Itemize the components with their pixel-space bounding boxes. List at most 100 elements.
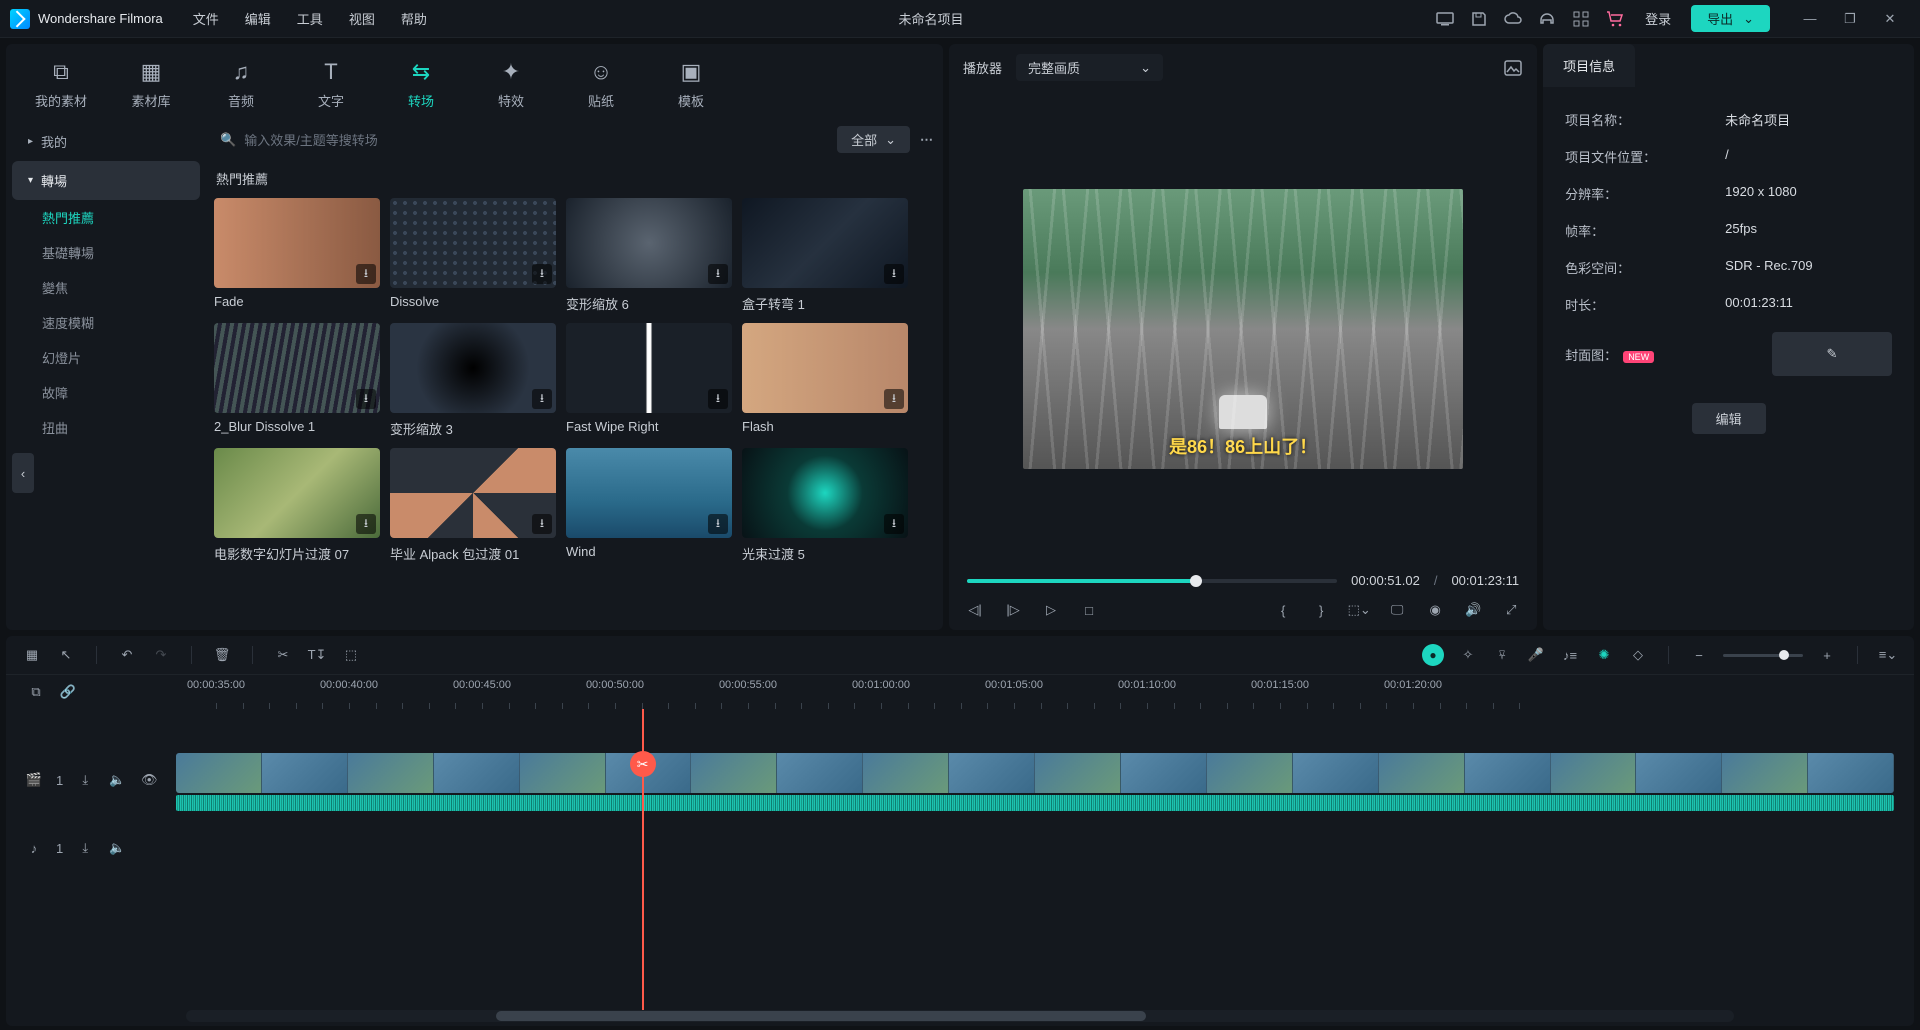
cart-icon[interactable]: [1605, 9, 1625, 29]
transition-thumb[interactable]: ⭳Dissolve: [390, 198, 556, 313]
video-preview[interactable]: 是86！86上山了！: [1023, 189, 1463, 469]
tab-sticker[interactable]: ☺贴纸: [556, 52, 646, 116]
tab-effects[interactable]: ✦特效: [466, 52, 556, 116]
video-clip[interactable]: ▶: [176, 753, 1894, 793]
transition-thumb[interactable]: ⭳电影数字幻灯片过渡 07: [214, 448, 380, 563]
layout-icon[interactable]: ▦: [22, 645, 42, 665]
download-icon[interactable]: ⭳: [708, 514, 728, 534]
download-icon[interactable]: ⭳: [356, 514, 376, 534]
cover-edit-box[interactable]: ✎: [1772, 332, 1892, 376]
filter-all-dropdown[interactable]: 全部⌄: [837, 126, 910, 153]
link-icon[interactable]: 🔗: [58, 682, 78, 702]
download-icon[interactable]: ⭳: [532, 264, 552, 284]
download-icon[interactable]: ⭳: [884, 514, 904, 534]
sidebar-item-mine[interactable]: ▸我的: [12, 122, 200, 161]
timeline-hscrollbar[interactable]: [186, 1010, 1734, 1022]
menu-tools[interactable]: 工具: [297, 9, 323, 28]
camera-icon[interactable]: ◉: [1425, 600, 1445, 620]
ratio-icon[interactable]: ⬚⌄: [1349, 600, 1369, 620]
transition-thumb[interactable]: ⭳光束过渡 5: [742, 448, 908, 563]
sidebar-sub-distort[interactable]: 扭曲: [12, 410, 200, 445]
save-icon[interactable]: [1469, 9, 1489, 29]
transition-thumb[interactable]: ⭳毕业 Alpack 包过渡 01: [390, 448, 556, 563]
menu-view[interactable]: 视图: [349, 9, 375, 28]
crop-icon[interactable]: ⬚: [341, 645, 361, 665]
transition-thumb[interactable]: ⭳盒子转弯 1: [742, 198, 908, 313]
menu-edit[interactable]: 编辑: [245, 9, 271, 28]
keyframe-icon[interactable]: ◇: [1628, 645, 1648, 665]
visibility-icon[interactable]: 👁: [139, 770, 159, 790]
marker-shield-icon[interactable]: ⍫: [1492, 645, 1512, 665]
delete-icon[interactable]: 🗑: [212, 645, 232, 665]
login-link[interactable]: 登录: [1645, 9, 1671, 28]
more-menu-icon[interactable]: ⋯: [920, 132, 935, 148]
pointer-tool-icon[interactable]: ↖: [56, 645, 76, 665]
transition-thumb[interactable]: ⭳Fast Wipe Right: [566, 323, 732, 438]
text-tool-icon[interactable]: T↧: [307, 645, 327, 665]
transition-thumb[interactable]: ⭳Flash: [742, 323, 908, 438]
device-icon[interactable]: [1435, 9, 1455, 29]
maximize-icon[interactable]: ❐: [1840, 9, 1860, 29]
ai-badge-icon[interactable]: ●: [1422, 644, 1444, 666]
next-frame-button[interactable]: |▷: [1003, 600, 1023, 620]
duplicate-icon[interactable]: ⧉: [26, 682, 46, 702]
menu-help[interactable]: 帮助: [401, 9, 427, 28]
zoom-out-icon[interactable]: −: [1689, 645, 1709, 665]
zoom-in-icon[interactable]: +: [1817, 645, 1837, 665]
audio-beat-icon[interactable]: ♪≡: [1560, 645, 1580, 665]
edit-button[interactable]: 编辑: [1692, 403, 1766, 434]
tab-transition[interactable]: ⇆转场: [376, 52, 466, 116]
download-icon[interactable]: ⭳: [884, 389, 904, 409]
transition-thumb[interactable]: ⭳变形缩放 3: [390, 323, 556, 438]
transition-thumb[interactable]: ⭳Fade: [214, 198, 380, 313]
sidebar-item-transitions[interactable]: ▾轉場: [12, 161, 200, 200]
prev-frame-button[interactable]: ◁|: [965, 600, 985, 620]
transition-thumb[interactable]: ⭳变形缩放 6: [566, 198, 732, 313]
mute-icon[interactable]: 🔈: [107, 838, 127, 858]
export-button[interactable]: 导出⌄: [1691, 5, 1770, 32]
sparkle-icon[interactable]: ✧: [1458, 645, 1478, 665]
cut-icon[interactable]: ✂: [273, 645, 293, 665]
tab-my-media[interactable]: ⧉我的素材: [16, 52, 106, 116]
display-icon[interactable]: 🖵: [1387, 600, 1407, 620]
download-icon[interactable]: ⭳: [356, 389, 376, 409]
lock-icon[interactable]: ⤓: [75, 770, 95, 790]
sidebar-sub-zoom[interactable]: 變焦: [12, 270, 200, 305]
cloud-icon[interactable]: [1503, 9, 1523, 29]
sidebar-sub-hot[interactable]: 熱門推薦: [12, 200, 200, 235]
playhead-cut-button[interactable]: ✂: [630, 751, 656, 777]
info-tab[interactable]: 项目信息: [1543, 44, 1635, 87]
tab-template[interactable]: ▣模板: [646, 52, 736, 116]
download-icon[interactable]: ⭳: [532, 514, 552, 534]
close-icon[interactable]: ✕: [1880, 9, 1900, 29]
tab-audio[interactable]: ♫音频: [196, 52, 286, 116]
quality-dropdown[interactable]: 完整画质⌄: [1016, 54, 1163, 81]
minimize-icon[interactable]: —: [1800, 9, 1820, 29]
search-input[interactable]: 🔍 输入效果/主题等搜转场: [214, 126, 827, 153]
undo-icon[interactable]: ↶: [117, 645, 137, 665]
time-ruler[interactable]: 00:00:35:0000:00:40:0000:00:45:0000:00:5…: [176, 675, 1914, 709]
download-icon[interactable]: ⭳: [708, 264, 728, 284]
enhance-icon[interactable]: ✺: [1594, 645, 1614, 665]
tab-text[interactable]: T文字: [286, 52, 376, 116]
transition-thumb[interactable]: ⭳2_Blur Dissolve 1: [214, 323, 380, 438]
sidebar-sub-speedblur[interactable]: 速度模糊: [12, 305, 200, 340]
mark-out-icon[interactable]: }: [1311, 600, 1331, 620]
fullscreen-icon[interactable]: ⤢: [1501, 600, 1521, 620]
play-button[interactable]: ▷: [1041, 600, 1061, 620]
mic-icon[interactable]: 🎤: [1526, 645, 1546, 665]
mute-icon[interactable]: 🔈: [107, 770, 127, 790]
playhead[interactable]: ✂: [642, 709, 644, 1010]
zoom-slider[interactable]: [1723, 654, 1803, 657]
stop-button[interactable]: □: [1079, 600, 1099, 620]
transition-thumb[interactable]: ⭳Wind: [566, 448, 732, 563]
download-icon[interactable]: ⭳: [884, 264, 904, 284]
download-icon[interactable]: ⭳: [532, 389, 552, 409]
lock-icon[interactable]: ⤓: [75, 838, 95, 858]
snapshot-image-icon[interactable]: [1503, 58, 1523, 78]
mark-in-icon[interactable]: {: [1273, 600, 1293, 620]
tab-stock[interactable]: ▦素材库: [106, 52, 196, 116]
apps-icon[interactable]: [1571, 9, 1591, 29]
redo-icon[interactable]: ↷: [151, 645, 171, 665]
sidebar-sub-basic[interactable]: 基礎轉場: [12, 235, 200, 270]
